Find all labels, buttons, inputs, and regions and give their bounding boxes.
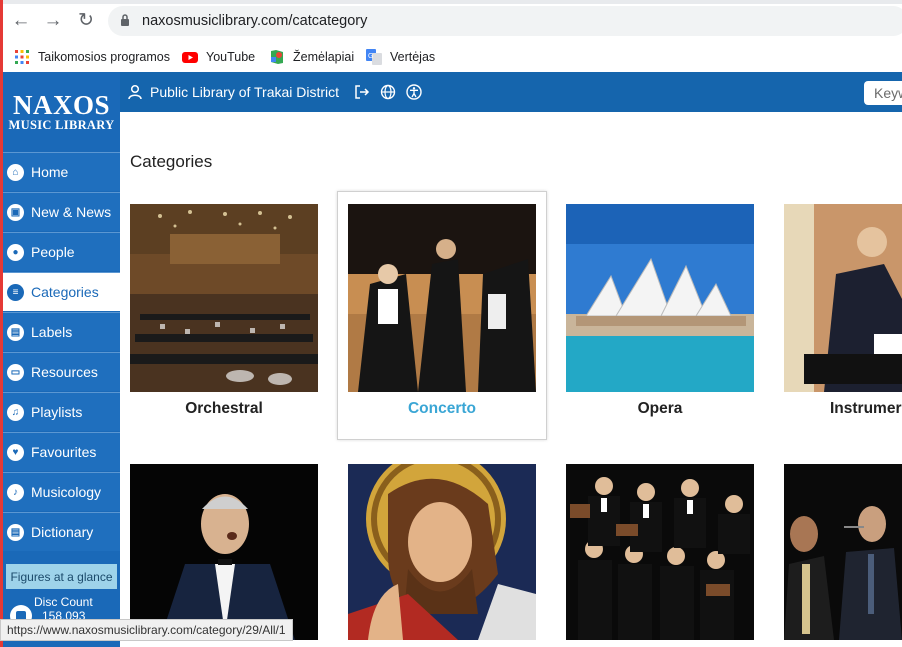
bookmark-youtube[interactable]: YouTube	[182, 46, 255, 68]
sidebar-item-people[interactable]: ● People	[3, 232, 120, 271]
sidebar-item-label: Resources	[31, 364, 98, 380]
naxos-logo[interactable]: NAXOS MUSIC LIBRARY	[3, 72, 120, 152]
layers-icon: ≡	[7, 283, 24, 301]
vocal-image	[130, 464, 318, 640]
bookmark-label: Žemėlapiai	[293, 50, 355, 64]
category-label: Concerto	[407, 400, 477, 417]
category-label: Instrumer	[830, 400, 902, 417]
sacred-image	[348, 464, 536, 640]
label-icon: ▤	[7, 323, 24, 341]
window-edge	[0, 0, 3, 647]
bookmark-label: YouTube	[206, 50, 256, 64]
person-icon: ●	[7, 243, 24, 261]
music-note-icon: ♪	[7, 483, 24, 501]
back-arrow-icon[interactable]: ←	[10, 10, 32, 32]
sidebar-item-musicology[interactable]: ♪ Musicology	[3, 472, 120, 511]
book-icon: ▤	[7, 523, 24, 541]
opera-image	[566, 204, 754, 392]
sidebar-item-label: Categories	[31, 284, 99, 300]
sidebar-item-label: Favourites	[31, 444, 97, 460]
forward-arrow-icon[interactable]: →	[42, 10, 64, 32]
user-icon	[128, 84, 142, 100]
logo-line1: NAXOS	[12, 90, 110, 120]
sidebar: NAXOS MUSIC LIBRARY ⌂ Home ▣ New & News …	[3, 72, 120, 647]
instrumental-image	[784, 204, 902, 392]
browser-toolbar: ← → ↻ naxosmusiclibrary.com/catcategory	[0, 0, 902, 42]
logo-line2: MUSIC LIBRARY	[8, 118, 115, 132]
reload-icon[interactable]: ↻	[75, 10, 97, 32]
disc-count-label: Disc Count	[34, 595, 93, 609]
sidebar-item-home[interactable]: ⌂ Home	[3, 152, 120, 191]
sidebar-item-labels[interactable]: ▤ Labels	[3, 312, 120, 351]
sidebar-item-label: People	[31, 244, 75, 260]
bookmark-label: Vertėjas	[390, 50, 436, 64]
home-icon: ⌂	[7, 163, 24, 181]
main-content: Categories Orchestral Concerto Opera Ins…	[120, 112, 902, 640]
globe-icon[interactable]	[380, 84, 396, 100]
news-icon: ▣	[7, 203, 24, 221]
page-title: Categories	[130, 152, 213, 171]
playlist-icon: ♫	[7, 403, 24, 421]
folder-icon: ▭	[7, 363, 24, 381]
svg-text:G: G	[368, 53, 373, 60]
lock-icon	[121, 14, 129, 26]
sidebar-item-favourites[interactable]: ♥ Favourites	[3, 432, 120, 471]
logout-icon[interactable]	[354, 84, 370, 100]
sidebar-item-label: Home	[31, 164, 69, 180]
apps-grid-icon	[15, 50, 29, 64]
site-header: Public Library of Trakai District Keyw	[120, 72, 902, 112]
bookmark-translate[interactable]: G Vertėjas	[366, 46, 435, 68]
sidebar-item-label: Dictionary	[31, 524, 94, 540]
library-name: Public Library of Trakai District	[150, 84, 340, 100]
sidebar-item-label: New & News	[31, 204, 112, 220]
singers-image	[784, 464, 902, 640]
bookmarks-bar: Taikomosios programos YouTube Žemėlapiai…	[0, 42, 902, 72]
keyword-search-input[interactable]: Keyw	[864, 81, 902, 105]
bookmark-apps[interactable]: Taikomosios programos	[14, 46, 170, 68]
sidebar-item-playlists[interactable]: ♫ Playlists	[3, 392, 120, 431]
sidebar-item-dictionary[interactable]: ▤ Dictionary	[3, 512, 120, 551]
tab-strip	[0, 0, 902, 4]
bookmark-label: Taikomosios programos	[38, 50, 170, 64]
address-bar[interactable]: naxosmusiclibrary.com/catcategory	[108, 6, 902, 36]
heart-icon: ♥	[7, 443, 24, 461]
choral-image	[566, 464, 754, 640]
sidebar-item-categories[interactable]: ≡ Categories	[3, 272, 120, 311]
link-status-url: https://www.naxosmusiclibrary.com/catego…	[0, 619, 293, 641]
maps-icon	[271, 50, 283, 64]
bookmark-maps[interactable]: Žemėlapiai	[269, 46, 354, 68]
figures-at-a-glance-button[interactable]: Figures at a glance	[6, 564, 117, 589]
concerto-image	[348, 204, 536, 392]
orchestral-image	[130, 204, 318, 392]
youtube-icon	[182, 52, 198, 63]
url-text: naxosmusiclibrary.com/catcategory	[142, 13, 368, 29]
category-card-concerto[interactable]: Concerto	[337, 191, 547, 440]
sidebar-item-label: Labels	[31, 324, 73, 340]
sidebar-item-label: Playlists	[31, 404, 83, 420]
sidebar-item-resources[interactable]: ▭ Resources	[3, 352, 120, 391]
sidebar-item-new-news[interactable]: ▣ New & News	[3, 192, 120, 231]
category-label: Orchestral	[185, 400, 263, 417]
sidebar-item-label: Musicology	[31, 484, 102, 500]
accessibility-icon[interactable]	[406, 84, 422, 100]
translate-icon: G	[366, 49, 382, 65]
category-label: Opera	[637, 400, 683, 417]
